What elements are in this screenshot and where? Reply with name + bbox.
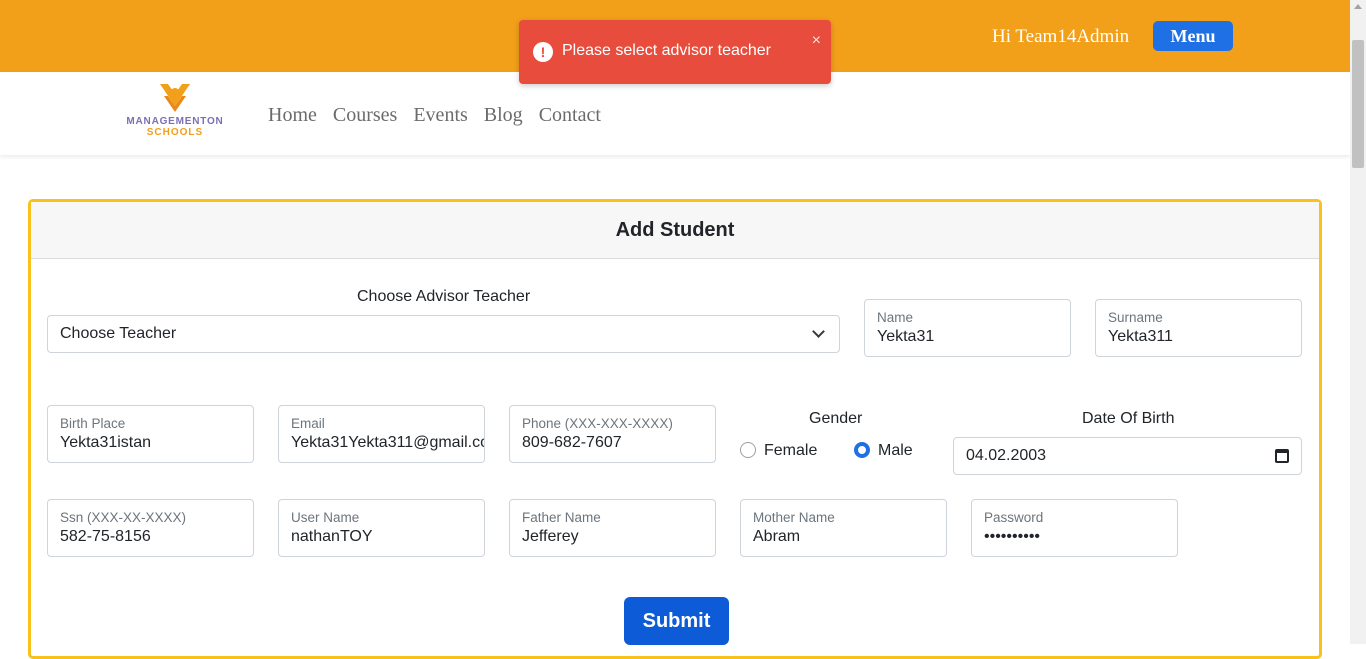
page-scrollbar[interactable]: [1350, 0, 1366, 644]
phone-field[interactable]: Phone (XXX-XXX-XXXX) 809-682-7607: [509, 405, 716, 463]
date-of-birth-input[interactable]: 04.02.2003: [953, 437, 1302, 475]
nav-links: Home Courses Events Blog Contact: [268, 104, 601, 127]
surname-value: Yekta311: [1108, 328, 1173, 345]
phone-value: 809-682-7607: [522, 434, 622, 451]
birth-place-value: Yekta31istan: [60, 434, 152, 451]
scroll-thumb[interactable]: [1352, 40, 1364, 168]
name-value: Yekta31: [877, 328, 935, 345]
logo-emblem-icon: [160, 84, 190, 112]
gender-male-label[interactable]: Male: [878, 442, 913, 460]
username-value: nathanTOY: [291, 528, 373, 545]
nav-contact[interactable]: Contact: [539, 104, 601, 127]
close-icon[interactable]: ×: [812, 32, 821, 50]
gender-female-label[interactable]: Female: [764, 442, 817, 460]
surname-label: Surname: [1108, 310, 1163, 325]
nav-blog[interactable]: Blog: [484, 104, 523, 127]
exclamation-icon: !: [533, 42, 553, 62]
logo-subtext: SCHOOLS: [146, 127, 204, 138]
form-title: Add Student: [31, 202, 1319, 259]
dob-label: Date Of Birth: [1082, 410, 1175, 427]
chevron-down-icon: [812, 325, 825, 338]
birth-place-field[interactable]: Birth Place Yekta31istan: [47, 405, 254, 463]
email-label: Email: [291, 416, 325, 431]
dob-value: 04.02.2003: [966, 447, 1047, 464]
user-greeting: Hi Team14Admin: [992, 26, 1130, 47]
password-field[interactable]: Password ••••••••••: [971, 499, 1178, 557]
gender-label: Gender: [809, 410, 863, 427]
toast-message: Please select advisor teacher: [562, 42, 771, 59]
scroll-up-icon[interactable]: [1354, 4, 1362, 9]
gender-male-radio[interactable]: [854, 442, 870, 458]
email-value: Yekta31Yekta311@gmail.com: [291, 434, 485, 451]
ssn-value: 582-75-8156: [60, 528, 151, 545]
password-value: ••••••••••: [984, 528, 1041, 545]
advisor-selected-value: Choose Teacher: [60, 325, 177, 342]
father-name-label: Father Name: [522, 510, 601, 525]
name-field[interactable]: Name Yekta31: [864, 299, 1071, 357]
surname-field[interactable]: Surname Yekta311: [1095, 299, 1302, 357]
school-logo[interactable]: MANAGEMENTON SCHOOLS: [122, 82, 228, 140]
mother-name-label: Mother Name: [753, 510, 835, 525]
nav-events[interactable]: Events: [413, 104, 467, 127]
add-student-card: Add Student Choose Advisor Teacher Choos…: [28, 199, 1322, 659]
navbar: MANAGEMENTON SCHOOLS Home Courses Events…: [0, 72, 1350, 155]
nav-courses[interactable]: Courses: [333, 104, 397, 127]
nav-home[interactable]: Home: [268, 104, 317, 127]
password-label: Password: [984, 510, 1044, 525]
calendar-icon[interactable]: [1275, 449, 1289, 463]
ssn-label: Ssn (XXX-XX-XXXX): [60, 510, 187, 525]
mother-name-field[interactable]: Mother Name Abram: [740, 499, 947, 557]
menu-button[interactable]: Menu: [1153, 21, 1233, 51]
phone-label: Phone (XXX-XXX-XXXX): [522, 416, 673, 431]
advisor-teacher-select[interactable]: Choose Teacher: [47, 315, 840, 353]
submit-button[interactable]: Submit: [624, 597, 729, 645]
birth-place-label: Birth Place: [60, 416, 126, 431]
gender-female-radio[interactable]: [740, 442, 756, 458]
ssn-field[interactable]: Ssn (XXX-XX-XXXX) 582-75-8156: [47, 499, 254, 557]
logo-text: MANAGEMENTON: [126, 116, 224, 127]
advisor-label: Choose Advisor Teacher: [357, 288, 531, 305]
email-field[interactable]: Email Yekta31Yekta311@gmail.com: [278, 405, 485, 463]
mother-name-value: Abram: [753, 528, 801, 545]
error-toast: ! Please select advisor teacher ×: [519, 20, 831, 84]
father-name-field[interactable]: Father Name Jefferey: [509, 499, 716, 557]
father-name-value: Jefferey: [522, 528, 579, 545]
name-label: Name: [877, 310, 914, 325]
username-field[interactable]: User Name nathanTOY: [278, 499, 485, 557]
username-label: User Name: [291, 510, 360, 525]
